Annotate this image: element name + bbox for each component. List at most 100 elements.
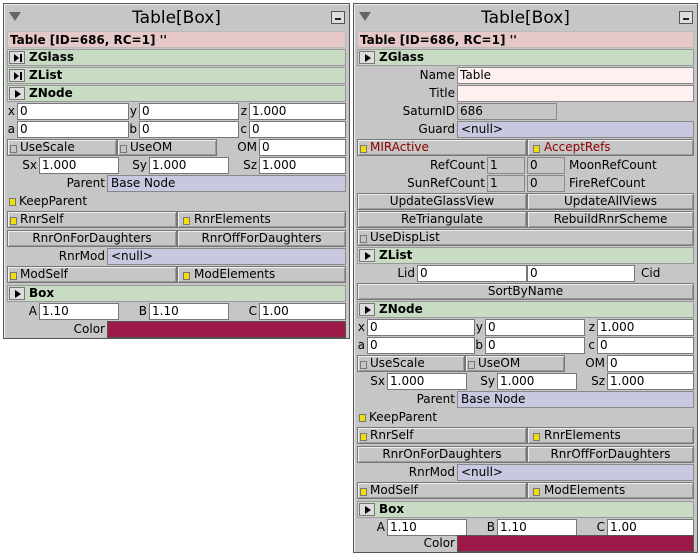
sy-input[interactable]: 1.000 [149,157,229,174]
y-input[interactable]: 0 [485,319,585,336]
om-input[interactable]: 0 [259,139,346,156]
collapse-button[interactable] [9,87,25,100]
a-input[interactable]: 0 [17,121,129,138]
checkbox-label: KeepParent [19,194,88,208]
om-input[interactable]: 0 [607,355,694,372]
box-color-row: Color [7,321,346,338]
parent-selector[interactable]: Base Node [107,175,346,192]
parent-selector[interactable]: Base Node [457,391,694,408]
section-label: ZList [379,248,413,262]
collapse-button[interactable] [359,303,375,316]
section-box[interactable]: Box [7,285,346,302]
checkbox-box [10,217,17,225]
left-title-bar[interactable]: Table[Box] [7,7,346,29]
checkbox-box [183,217,190,225]
sy-input[interactable]: 1.000 [497,373,577,390]
sx-input[interactable]: 1.000 [39,157,119,174]
use-om-checkbox[interactable]: UseOM [465,355,565,372]
rnr-on-daughters-button[interactable]: RnrOnForDaughters [7,230,177,247]
rnr-mod-selector[interactable]: <null> [107,248,346,265]
refcount-row: RefCount 1 0 MoonRefCount [357,157,694,174]
y-label: y [129,104,137,118]
mod-elements-checkbox[interactable]: ModElements [527,482,694,499]
use-om-checkbox[interactable]: UseOM [117,139,217,156]
update-glass-view-button[interactable]: UpdateGlassView [357,193,527,210]
section-zglass[interactable]: ZGlass [7,49,346,66]
mir-active-checkbox[interactable]: MIRActive [357,139,527,156]
skip-icon [14,54,22,62]
sort-by-name-button[interactable]: SortByName [357,283,694,300]
box-b-input[interactable]: 1.10 [149,303,229,320]
use-scale-checkbox[interactable]: UseScale [357,355,465,372]
z-input[interactable]: 1.000 [597,319,694,336]
c-input[interactable]: 0 [249,121,346,138]
sx-input[interactable]: 1.000 [387,373,467,390]
rnr-mod-selector[interactable]: <null> [457,464,694,481]
section-znode[interactable]: ZNode [357,301,694,318]
box-b-input[interactable]: 1.10 [497,519,577,536]
rnr-elements-checkbox[interactable]: RnrElements [177,211,346,228]
color-swatch[interactable] [107,321,346,338]
b-input[interactable]: 0 [139,121,239,138]
section-label: Box [29,286,55,300]
rnr-off-daughters-button[interactable]: RnrOffForDaughters [177,230,346,247]
guard-selector[interactable]: <null> [457,121,694,138]
y-input[interactable]: 0 [139,103,239,120]
section-box[interactable]: Box [357,501,694,518]
b-input[interactable]: 0 [485,337,585,354]
cid-input[interactable]: 0 [527,265,635,282]
rnr-on-daughters-button[interactable]: RnrOnForDaughters [357,446,527,463]
collapse-button[interactable] [359,503,375,516]
use-disp-list-checkbox[interactable]: UseDispList [357,229,694,246]
update-all-views-button[interactable]: UpdateAllViews [527,193,694,210]
box-c-label: C [248,304,257,318]
use-scale-checkbox[interactable]: UseScale [7,139,117,156]
collapse-button[interactable] [359,249,375,262]
section-znode[interactable]: ZNode [7,85,346,102]
box-a-input[interactable]: 1.10 [387,519,467,536]
sz-input[interactable]: 1.000 [259,157,346,174]
mod-self-checkbox[interactable]: ModSelf [7,266,177,283]
title-input[interactable] [457,85,694,102]
box-c-input[interactable]: 1.00 [607,519,694,536]
sz-input[interactable]: 1.000 [607,373,694,390]
checkbox-label: AcceptRefs [544,140,611,154]
section-zglass[interactable]: ZGlass [357,49,694,66]
checkbox-label: KeepParent [369,410,438,424]
rnr-elements-checkbox[interactable]: RnrElements [527,427,694,444]
minimize-icon[interactable] [331,11,345,24]
lid-label: Lid [397,266,415,280]
expand-button[interactable] [9,51,25,64]
right-title-bar[interactable]: Table[Box] [357,7,694,29]
expand-button[interactable] [9,69,25,82]
name-input[interactable]: Table [457,67,694,84]
minimize-icon[interactable] [679,11,693,24]
x-input[interactable]: 0 [17,103,129,120]
box-c-input[interactable]: 1.00 [259,303,346,320]
section-zlist[interactable]: ZList [7,67,346,84]
z-label: z [588,320,595,334]
keep-parent-row: KeepParent [7,193,346,210]
lid-input[interactable]: 0 [417,265,527,282]
checkbox-box [468,361,475,369]
collapse-button[interactable] [359,51,375,64]
mod-self-checkbox[interactable]: ModSelf [357,482,527,499]
color-swatch[interactable] [457,535,694,552]
keep-parent-checkbox[interactable]: KeepParent [357,409,694,426]
z-input[interactable]: 1.000 [249,103,346,120]
mod-elements-checkbox[interactable]: ModElements [177,266,346,283]
collapse-button[interactable] [9,287,25,300]
x-input[interactable]: 0 [367,319,475,336]
rebuild-rnr-scheme-button[interactable]: RebuildRnrScheme [527,211,694,228]
c-input[interactable]: 0 [597,337,694,354]
rnr-self-checkbox[interactable]: RnrSelf [7,211,177,228]
rnr-daughters-row: RnrOnForDaughters RnrOffForDaughters [357,446,694,463]
accept-refs-checkbox[interactable]: AcceptRefs [527,139,694,156]
keep-parent-checkbox[interactable]: KeepParent [7,193,346,210]
section-zlist[interactable]: ZList [357,247,694,264]
a-input[interactable]: 0 [367,337,475,354]
rnr-self-checkbox[interactable]: RnrSelf [357,427,527,444]
retriangulate-button[interactable]: ReTriangulate [357,211,527,228]
rnr-off-daughters-button[interactable]: RnrOffForDaughters [527,446,694,463]
box-a-input[interactable]: 1.10 [39,303,119,320]
